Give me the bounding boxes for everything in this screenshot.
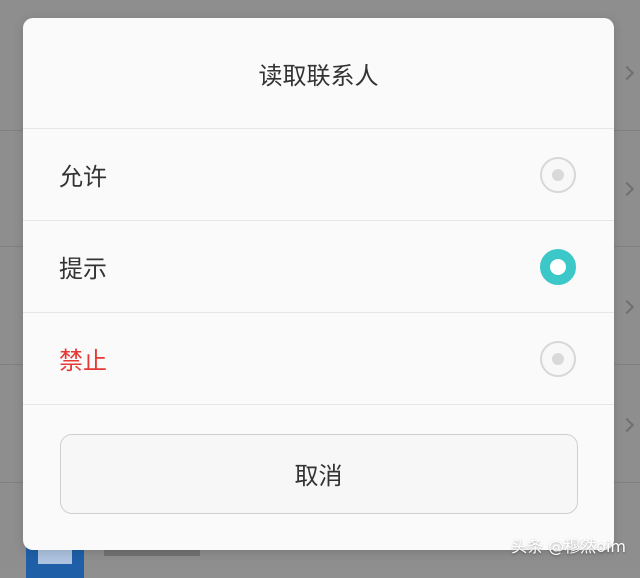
radio-checked-icon[interactable] [540,248,576,285]
permission-dialog: 读取联系人 允许 提示 禁止 取消 [23,18,614,550]
watermark-text: 头条 @穆然oim [511,537,626,556]
option-label: 禁止 [59,347,107,375]
dialog-title: 读取联系人 [23,18,614,129]
dialog-footer: 取消 [23,405,614,542]
radio-unchecked-icon[interactable] [540,156,576,193]
option-prompt[interactable]: 提示 [23,221,614,313]
option-deny[interactable]: 禁止 [23,313,614,405]
chevron-right-icon [619,417,635,433]
cancel-button[interactable]: 取消 [59,433,578,514]
chevron-right-icon [619,181,635,197]
option-label: 提示 [59,255,107,283]
option-label: 允许 [59,163,107,191]
chevron-right-icon [619,299,635,315]
chevron-right-icon [619,65,635,81]
option-allow[interactable]: 允许 [23,129,614,221]
radio-unchecked-icon[interactable] [540,340,576,377]
